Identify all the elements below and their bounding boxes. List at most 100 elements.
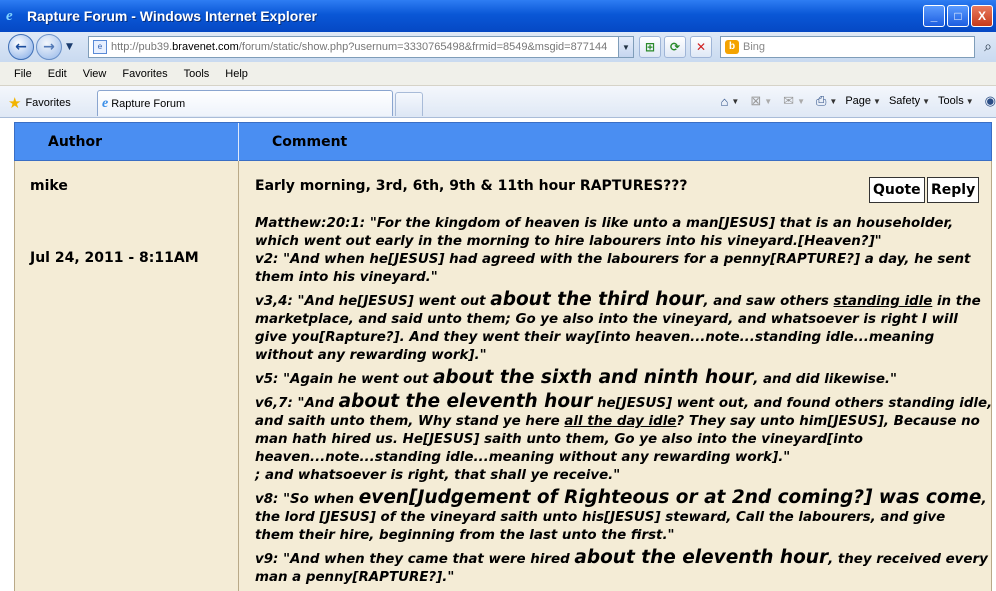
maximize-button[interactable]: □ — [947, 5, 969, 27]
home-icon[interactable]: ⌂ — [721, 94, 729, 109]
emphasis-text: about the third hour — [490, 289, 704, 310]
table-header: Author Comment — [14, 122, 992, 162]
message-line: them their hire, beginning from the last… — [255, 528, 675, 543]
address-bar: ← → ▼ e http://pub39. bravenet.com/forum/… — [0, 32, 996, 62]
page-icon: e — [93, 40, 107, 54]
minimize-button[interactable]: _ — [923, 5, 945, 27]
text: and saith unto them, Why stand ye here — [255, 414, 565, 429]
url-dropdown-icon[interactable]: ▼ — [618, 37, 633, 57]
emphasis-text: about the sixth and ninth hour — [432, 367, 754, 388]
stop-icon: ✕ — [695, 40, 707, 54]
safety-menu[interactable]: Safety — [889, 95, 920, 107]
message-line: which went out early in the morning to h… — [255, 234, 882, 249]
message-line: v6,7: "And about the eleventh hour he[JE… — [255, 392, 992, 413]
post-author: mike — [30, 178, 68, 194]
search-button[interactable]: ⌕ — [978, 36, 996, 58]
tools-dropdown-icon[interactable]: ▼ — [966, 97, 974, 106]
help-icon[interactable]: ◉ — [985, 93, 996, 109]
message-line: them into his vineyard." — [255, 270, 438, 285]
message-line: v8: "So when even[Judgement of Righteous… — [255, 488, 987, 509]
text: v8: "So when — [255, 492, 359, 507]
compatibility-icon: ⊞ — [644, 40, 656, 54]
safety-dropdown-icon[interactable]: ▼ — [922, 97, 930, 106]
feeds-icon[interactable]: ⊠ — [750, 93, 761, 109]
tab-label: Rapture Forum — [111, 97, 186, 110]
message-line: man a penny[RAPTURE?]." — [255, 570, 455, 585]
message-line: and saith unto them, Why stand ye here a… — [255, 413, 980, 431]
favorites-button[interactable]: ★ Favorites — [8, 94, 71, 112]
menu-view[interactable]: View — [75, 68, 115, 80]
post-date: Jul 24, 2011 - 8:11AM — [30, 250, 199, 266]
tab-rapture-forum[interactable]: e Rapture Forum — [97, 90, 393, 116]
menu-edit[interactable]: Edit — [40, 68, 75, 80]
star-icon: ★ — [8, 95, 22, 112]
close-button[interactable]: X — [971, 5, 993, 27]
text: , — [981, 492, 987, 507]
message-line: Matthew:20:1: "For the kingdom of heaven… — [255, 216, 954, 231]
back-button[interactable]: ← — [8, 34, 34, 60]
message-line: v3,4: "And he[JESUS] went out about the … — [255, 289, 981, 311]
text: in the — [932, 294, 981, 309]
reply-button[interactable]: Reply — [927, 177, 980, 203]
bing-icon: b — [725, 40, 739, 54]
refresh-icon: ⟳ — [669, 40, 681, 54]
window-title: Rapture Forum - Windows Internet Explore… — [27, 8, 318, 24]
url-prefix: http://pub39. — [111, 41, 173, 53]
ie-logo-icon: e — [6, 8, 13, 24]
text: v9: "And when they came that were hired — [255, 552, 575, 567]
back-arrow-icon: ← — [15, 39, 27, 55]
message-line: without any rewarding work]." — [255, 348, 487, 363]
text: v6,7: "And — [255, 396, 339, 411]
menu-bar: File Edit View Favorites Tools Help — [0, 62, 996, 86]
message-line: v2: "And when he[JESUS] had agreed with … — [255, 252, 971, 267]
text: he[JESUS] went out, and found others sta… — [592, 396, 993, 411]
message-line: marketplace, and said unto them; Go ye a… — [255, 312, 958, 327]
text: v5: "Again he went out — [255, 372, 433, 387]
forward-button[interactable]: → — [36, 34, 62, 60]
author-column-header: Author — [48, 134, 102, 150]
column-divider — [238, 161, 239, 591]
mail-icon[interactable]: ✉ — [783, 93, 794, 109]
forum-table: Author Comment mike Jul 24, 2011 - 8:11A… — [14, 122, 992, 591]
post-subject: Early morning, 3rd, 6th, 9th & 11th hour… — [255, 178, 688, 194]
page-menu[interactable]: Page — [845, 95, 871, 107]
url-input[interactable]: e http://pub39. bravenet.com/forum/static… — [88, 36, 634, 58]
quote-button[interactable]: Quote — [869, 177, 925, 203]
underlined-text: all the day idle — [564, 414, 677, 429]
message-line: give you[Rapture?]. And they went their … — [255, 330, 935, 345]
text: v3,4: "And he[JESUS] went out — [255, 294, 491, 309]
home-dropdown-icon[interactable]: ▼ — [731, 97, 739, 106]
search-placeholder: Bing — [743, 41, 766, 53]
text: ? They say unto him[JESUS], Because no — [676, 414, 980, 429]
tools-menu[interactable]: Tools — [938, 95, 964, 107]
text: , they received every — [828, 552, 988, 567]
ie-page-icon: e — [102, 95, 109, 111]
title-bar: e Rapture Forum - Windows Internet Explo… — [0, 0, 996, 32]
post-message: Matthew:20:1: "For the kingdom of heaven… — [255, 215, 992, 587]
message-line: v5: "Again he went out about the sixth a… — [255, 367, 975, 389]
print-icon[interactable]: ⎙ — [816, 93, 826, 109]
refresh-button[interactable]: ⟳ — [664, 36, 686, 58]
menu-favorites[interactable]: Favorites — [114, 68, 175, 80]
mail-dropdown-icon[interactable]: ▼ — [797, 97, 805, 106]
feeds-dropdown-icon[interactable]: ▼ — [764, 97, 772, 106]
new-tab-button[interactable] — [395, 92, 423, 116]
menu-tools[interactable]: Tools — [176, 68, 218, 80]
stop-button[interactable]: ✕ — [690, 36, 712, 58]
history-dropdown-icon[interactable]: ▼ — [66, 42, 73, 52]
menu-help[interactable]: Help — [217, 68, 256, 80]
search-icon: ⌕ — [984, 39, 992, 55]
page-dropdown-icon[interactable]: ▼ — [873, 97, 881, 106]
page-content: Author Comment mike Jul 24, 2011 - 8:11A… — [0, 118, 996, 591]
forward-arrow-icon: → — [43, 39, 55, 55]
post-row: mike Jul 24, 2011 - 8:11AM Early morning… — [14, 161, 992, 591]
underlined-text: standing idle — [833, 294, 933, 309]
menu-file[interactable]: File — [6, 68, 40, 80]
favorites-label: Favorites — [25, 97, 71, 109]
search-input[interactable]: b Bing — [720, 36, 975, 58]
compatibility-view-button[interactable]: ⊞ — [639, 36, 661, 58]
print-dropdown-icon[interactable]: ▼ — [829, 97, 837, 106]
message-line: ; and whatsoever is right, that shall ye… — [255, 468, 621, 483]
emphasis-text: about the eleventh hour — [574, 547, 829, 568]
message-line: the lord [JESUS] of the vineyard saith u… — [255, 510, 946, 525]
